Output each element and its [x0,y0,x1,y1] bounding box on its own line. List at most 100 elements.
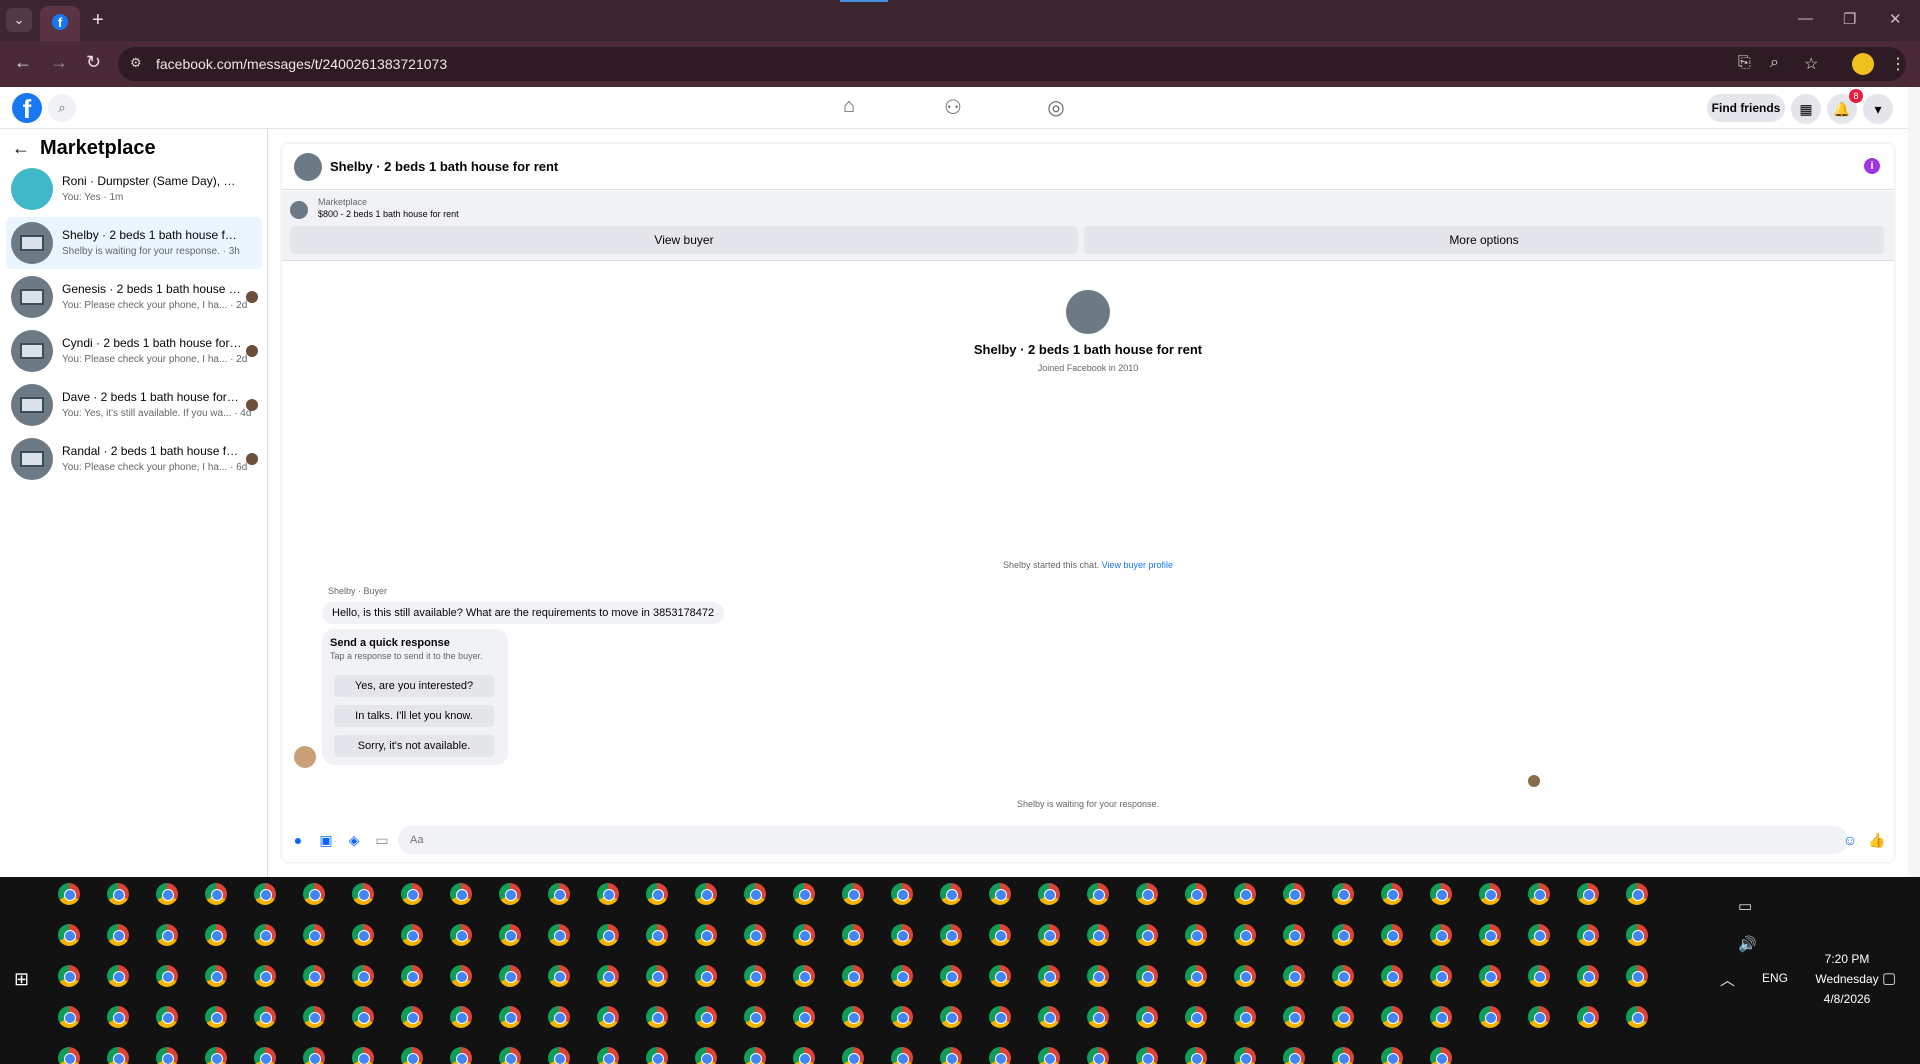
taskbar-app-icon[interactable] [1381,965,1403,987]
more-options-button[interactable]: More options [1084,226,1884,254]
taskbar-app-icon[interactable] [744,1047,766,1064]
taskbar-app-icon[interactable] [744,1006,766,1028]
taskbar-app-icon[interactable] [793,1047,815,1064]
taskbar-app-icon[interactable] [1283,965,1305,987]
taskbar-app-icon[interactable] [1381,924,1403,946]
taskbar-app-icon[interactable] [793,883,815,905]
taskbar-app-icon[interactable] [646,924,668,946]
conversation-item[interactable]: Roni · Dumpster (Same Day), Rental You: … [6,163,262,215]
taskbar-app-icon[interactable] [695,1047,717,1064]
taskbar-app-icon[interactable] [1626,924,1648,946]
profile-avatar[interactable] [1066,290,1110,334]
taskbar-app-icon[interactable] [1479,965,1501,987]
taskbar-app-icon[interactable] [1430,924,1452,946]
taskbar-app-icon[interactable] [1381,1006,1403,1028]
taskbar-app-icon[interactable] [352,1006,374,1028]
taskbar-app-icon[interactable] [1381,883,1403,905]
volume-icon[interactable]: 🔊 [1738,935,1757,953]
taskbar-app-icon[interactable] [1136,1047,1158,1064]
info-icon[interactable]: i [1864,158,1880,174]
taskbar-app-icon[interactable] [1577,1006,1599,1028]
taskbar-app-icon[interactable] [1528,1006,1550,1028]
taskbar-app-icon[interactable] [597,883,619,905]
taskbar-app-icon[interactable] [1626,965,1648,987]
tab-search-button[interactable]: ⌄ [6,8,32,32]
taskbar-app-icon[interactable] [548,965,570,987]
conversation-item[interactable]: Genesis · 2 beds 1 bath house fo... You:… [6,271,262,323]
taskbar-app-icon[interactable] [891,965,913,987]
taskbar-app-icon[interactable] [1136,1006,1158,1028]
taskbar-app-icon[interactable] [1577,965,1599,987]
taskbar-app-icon[interactable] [1528,883,1550,905]
conversation-item-active[interactable]: Shelby · 2 beds 1 bath house for rent Sh… [6,217,262,269]
taskbar-app-icon[interactable] [940,1047,962,1064]
taskbar-app-icon[interactable] [695,965,717,987]
taskbar-app-icon[interactable] [1234,1006,1256,1028]
taskbar-app-icon[interactable] [352,1047,374,1064]
quick-response-button[interactable]: In talks. I'll let you know. [334,705,494,727]
taskbar-app-icon[interactable] [499,1047,521,1064]
taskbar-app-icon[interactable] [597,965,619,987]
taskbar-app-icon[interactable] [1087,1006,1109,1028]
taskbar-app-icon[interactable] [1087,1047,1109,1064]
taskbar-app-icon[interactable] [1038,965,1060,987]
listing-title[interactable]: $800 - 2 beds 1 bath house for rent [318,209,459,219]
taskbar-app-icon[interactable] [1283,924,1305,946]
taskbar-app-icon[interactable] [597,1006,619,1028]
taskbar-app-icon[interactable] [156,883,178,905]
like-thumb-icon[interactable]: 👍 [1868,832,1885,848]
account-chevron-icon[interactable]: ▾ [1863,94,1893,124]
taskbar-app-icon[interactable] [1185,965,1207,987]
page-scrollbar[interactable] [1908,87,1920,877]
taskbar-app-icon[interactable] [254,883,276,905]
taskbar-app-icon[interactable] [1087,883,1109,905]
taskbar-app-icon[interactable] [156,1047,178,1064]
taskbar-app-icon[interactable] [58,1047,80,1064]
taskbar-app-icon[interactable] [1332,924,1354,946]
site-info-icon[interactable]: ⚙ [130,55,148,73]
taskbar-app-icon[interactable] [156,1006,178,1028]
taskbar-app-icon[interactable] [1332,1006,1354,1028]
quick-response-button[interactable]: Yes, are you interested? [334,675,494,697]
taskbar-app-icon[interactable] [842,1047,864,1064]
groups-icon[interactable]: ◎ [1042,95,1070,121]
taskbar-app-icon[interactable] [548,924,570,946]
browser-tab[interactable]: f [40,6,80,41]
taskbar-app-icon[interactable] [1479,924,1501,946]
photo-icon[interactable]: ▣ [318,832,334,848]
friends-icon[interactable]: ⚇ [939,95,967,121]
taskbar-app-icon[interactable] [940,883,962,905]
taskbar-app-icon[interactable] [401,883,423,905]
menu-grid-icon[interactable]: ▦ [1791,94,1821,124]
taskbar-app-icon[interactable] [499,1006,521,1028]
taskbar-app-icon[interactable] [695,883,717,905]
taskbar-app-icon[interactable] [254,965,276,987]
show-hidden-icons-chevron-icon[interactable]: ︿ [1720,969,1735,990]
quick-response-button[interactable]: Sorry, it's not available. [334,735,494,757]
taskbar-app-icon[interactable] [1038,1006,1060,1028]
taskbar-app-icon[interactable] [156,965,178,987]
taskbar-app-icon[interactable] [1381,1047,1403,1064]
search-icon[interactable]: ⌕ [48,94,76,122]
zoom-icon[interactable]: ⌕ [1770,54,1779,72]
taskbar-app-icon[interactable] [499,924,521,946]
taskbar-app-icon[interactable] [1430,965,1452,987]
taskbar-app-icon[interactable] [1234,924,1256,946]
taskbar-app-icon[interactable] [254,924,276,946]
taskbar-app-icon[interactable] [1283,1047,1305,1064]
taskbar-app-icon[interactable] [352,924,374,946]
taskbar-app-icon[interactable] [58,883,80,905]
taskbar-app-icon[interactable] [1087,924,1109,946]
taskbar-app-icon[interactable] [989,1047,1011,1064]
taskbar-app-icon[interactable] [1283,883,1305,905]
taskbar-app-icon[interactable] [1479,1006,1501,1028]
find-friends-button[interactable]: Find friends [1707,94,1785,122]
taskbar-app-icon[interactable] [989,924,1011,946]
taskbar-app-icon[interactable] [940,924,962,946]
taskbar-app-icon[interactable] [1185,924,1207,946]
install-app-icon[interactable]: ⎘ [1738,54,1751,72]
taskbar-app-icon[interactable] [450,1047,472,1064]
taskbar-app-icon[interactable] [1528,965,1550,987]
taskbar-app-icon[interactable] [548,883,570,905]
message-input[interactable] [398,826,1848,854]
